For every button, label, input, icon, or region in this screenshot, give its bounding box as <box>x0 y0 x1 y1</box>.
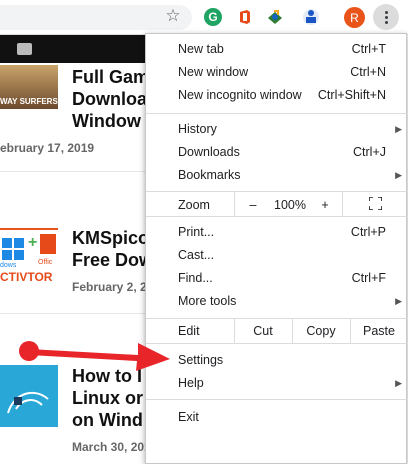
menu-item-label: New window <box>178 65 249 79</box>
three-dot-menu-icon[interactable] <box>373 4 399 30</box>
menu-item-shortcut: Ctrl+T <box>351 42 386 56</box>
thumbnail-text: Offic <box>38 259 53 266</box>
kali-linux-logo-icon <box>7 391 49 414</box>
submenu-arrow-icon: ▶ <box>395 170 402 180</box>
menu-item-print[interactable]: Print... Ctrl+P <box>146 221 408 243</box>
zoom-out-button[interactable]: – <box>238 194 268 216</box>
menu-item-label: Zoom <box>178 198 210 212</box>
menu-item-label: Bookmarks <box>178 168 241 182</box>
post-title[interactable]: How to I Linux or on Wind <box>72 365 143 431</box>
menu-item-shortcut: Ctrl+Shift+N <box>317 88 386 102</box>
thumbnail-text: dows <box>0 262 17 269</box>
post-thumbnail[interactable] <box>0 365 58 427</box>
menu-item-exit[interactable]: Exit <box>146 406 408 428</box>
thumbnail-text: CTIVTOR <box>0 270 53 284</box>
paste-button[interactable]: Paste <box>351 320 407 342</box>
menu-item-label: More tools <box>178 294 237 308</box>
menu-item-new-window[interactable]: New window Ctrl+N <box>146 61 408 83</box>
menu-separator <box>146 318 408 319</box>
post-title[interactable]: KMSpico Free Dow <box>72 227 153 271</box>
post-thumbnail[interactable]: WAY SURFERS <box>0 65 58 109</box>
profile-avatar[interactable]: R <box>344 7 365 28</box>
menu-item-label: New incognito window <box>178 88 302 102</box>
menu-item-new-incognito-window[interactable]: New incognito window Ctrl+Shift+N <box>146 84 408 106</box>
menu-item-label: Cast... <box>178 248 215 262</box>
thumbnail-text: WAY SURFERS <box>0 97 58 106</box>
menu-item-shortcut: Ctrl+N <box>350 65 386 79</box>
menu-separator <box>146 191 408 192</box>
menu-separator <box>146 216 408 217</box>
extension-badge-icon[interactable] <box>302 8 320 26</box>
zoom-in-button[interactable]: + <box>312 194 338 216</box>
windows-logo-icon <box>2 238 24 260</box>
post-date: February 2, 20 <box>72 280 154 294</box>
menu-item-more-tools[interactable]: More tools ▶ <box>146 290 408 312</box>
menu-item-shortcut: Ctrl+P <box>350 225 386 239</box>
menu-separator <box>146 343 408 344</box>
star-icon[interactable]: ☆ <box>164 6 182 25</box>
submenu-arrow-icon: ▶ <box>395 124 402 134</box>
menu-item-label: Settings <box>178 353 224 367</box>
menu-item-history[interactable]: History ▶ <box>146 118 408 140</box>
menu-item-downloads[interactable]: Downloads Ctrl+J <box>146 141 408 163</box>
menu-item-label: Edit <box>178 324 200 338</box>
post-thumbnail[interactable]: + dows Offic CTIVTOR <box>0 228 58 286</box>
submenu-arrow-icon: ▶ <box>395 296 402 306</box>
menu-separator <box>146 113 408 114</box>
chrome-main-menu: New tab Ctrl+T New window Ctrl+N New inc… <box>145 33 408 464</box>
cut-button[interactable]: Cut <box>235 320 291 342</box>
menu-item-new-tab[interactable]: New tab Ctrl+T <box>146 38 408 60</box>
menu-item-shortcut: Ctrl+F <box>351 271 386 285</box>
copy-button[interactable]: Copy <box>293 320 349 342</box>
chat-icon[interactable] <box>17 43 32 55</box>
browser-toolbar: ☆ G R <box>0 0 408 35</box>
menu-item-label: Print... <box>178 225 215 239</box>
fullscreen-icon[interactable] <box>369 197 382 210</box>
submenu-arrow-icon: ▶ <box>395 378 402 388</box>
grammarly-extension-icon[interactable]: G <box>204 8 222 26</box>
menu-item-label: Help <box>178 376 204 390</box>
menu-item-settings[interactable]: Settings <box>146 349 408 371</box>
office-extension-icon[interactable] <box>236 8 254 26</box>
post-title[interactable]: Full Gam Downloa Window <box>72 66 149 132</box>
download-manager-extension-icon[interactable] <box>266 8 284 26</box>
post-date: ebruary 17, 2019 <box>0 141 95 155</box>
menu-item-cast[interactable]: Cast... <box>146 244 408 266</box>
menu-item-label: New tab <box>178 42 224 56</box>
menu-item-shortcut: Ctrl+J <box>353 145 386 159</box>
menu-item-find[interactable]: Find... Ctrl+F <box>146 267 408 289</box>
menu-separator <box>342 192 343 216</box>
menu-item-help[interactable]: Help ▶ <box>146 372 408 394</box>
menu-item-label: Find... <box>178 271 213 285</box>
menu-item-label: Exit <box>178 410 199 424</box>
menu-separator <box>146 399 408 400</box>
menu-item-label: History <box>178 122 217 136</box>
menu-item-bookmarks[interactable]: Bookmarks ▶ <box>146 164 408 186</box>
zoom-level: 100% <box>274 198 306 212</box>
menu-item-label: Downloads <box>178 145 240 159</box>
menu-separator <box>234 192 235 216</box>
